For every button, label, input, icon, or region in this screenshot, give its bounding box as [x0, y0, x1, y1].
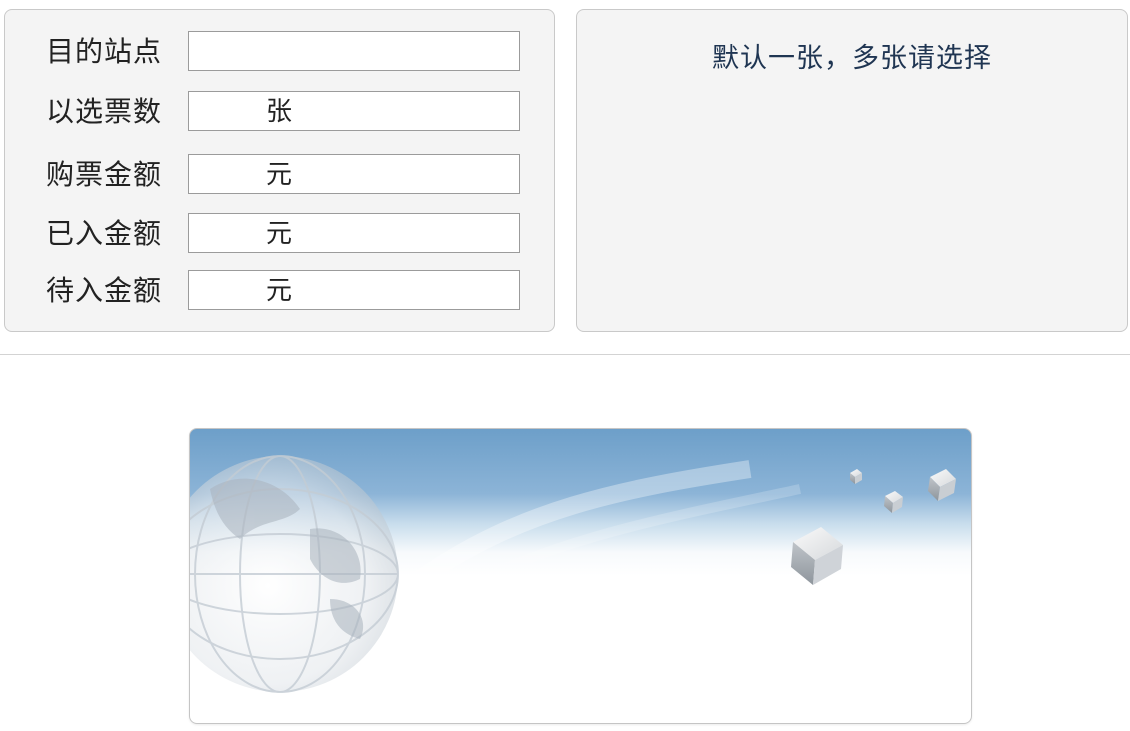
destination-label: 目的站点: [46, 35, 163, 68]
paid-amount-field: 元: [188, 213, 520, 253]
ticket-count-unit: 张: [266, 97, 293, 127]
paid-amount-row: 已入金额 元: [5, 213, 556, 255]
ticket-quantity-hint: 默认一张，多张请选择: [712, 43, 992, 74]
destination-row: 目的站点: [5, 31, 556, 73]
section-divider: [0, 354, 1130, 355]
ticket-quantity-panel[interactable]: 默认一张，多张请选择: [576, 9, 1128, 332]
pending-amount-unit: 元: [266, 276, 293, 306]
ticket-amount-label: 购票金额: [46, 158, 163, 191]
ticket-count-row: 以选票数 张: [5, 91, 556, 133]
globe-and-cubes-illustration-icon: [190, 455, 956, 693]
ticket-info-panel: 目的站点 以选票数 张 购票金额 元 已入金额 元 待入金额 元: [4, 9, 555, 332]
ticket-count-field: 张: [188, 91, 520, 131]
ticket-count-label: 以选票数: [46, 95, 163, 128]
ticket-amount-row: 购票金额 元: [5, 154, 556, 196]
ticket-amount-field: 元: [188, 154, 520, 194]
ticket-amount-unit: 元: [266, 160, 293, 190]
paid-amount-unit: 元: [266, 219, 293, 249]
paid-amount-label: 已入金额: [46, 217, 163, 250]
destination-field[interactable]: [188, 31, 520, 71]
pending-amount-field: 元: [188, 270, 520, 310]
banner-image: [189, 428, 972, 724]
pending-amount-row: 待入金额 元: [5, 270, 556, 312]
pending-amount-label: 待入金额: [46, 274, 163, 307]
